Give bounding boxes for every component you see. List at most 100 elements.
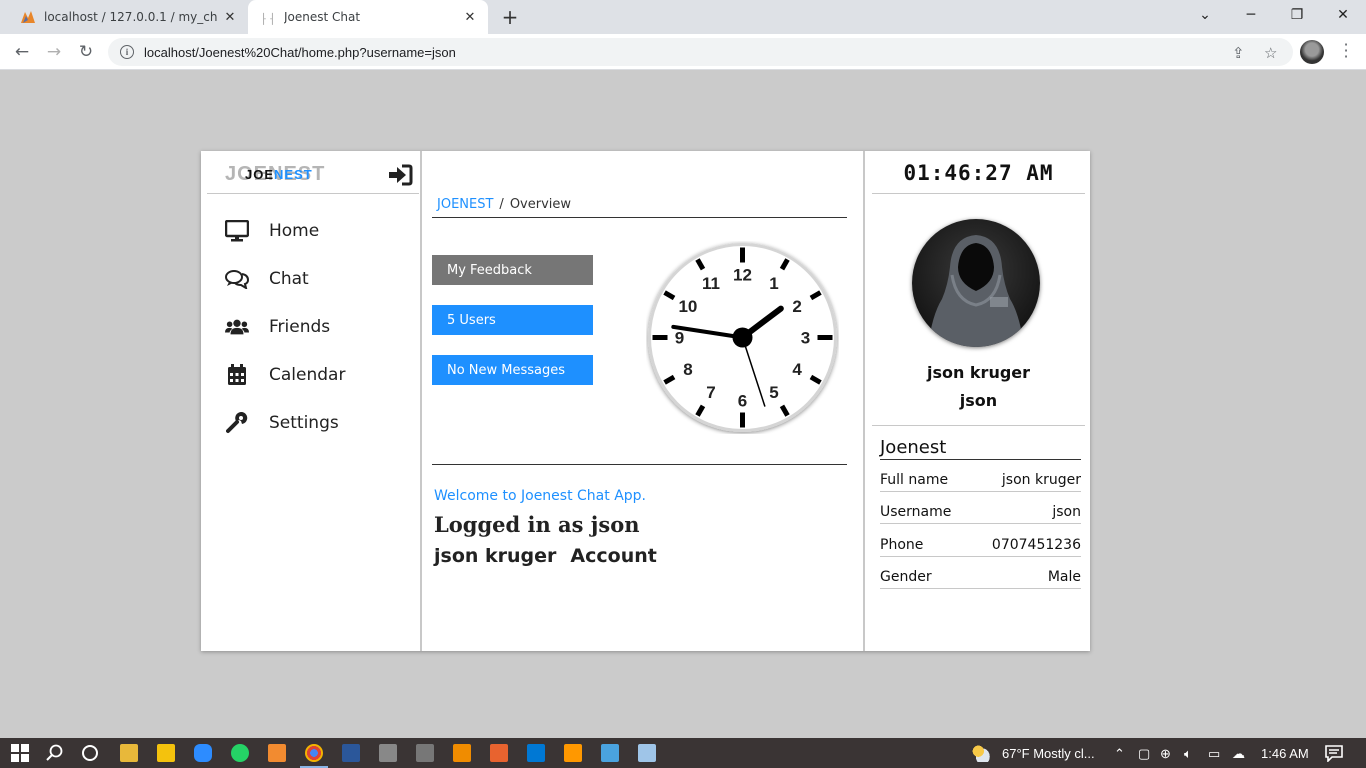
sidebar-item-home[interactable]: Home bbox=[225, 207, 415, 255]
sticky-notes-icon[interactable] bbox=[157, 744, 175, 762]
brand-logo[interactable]: JOENEST JOENEST bbox=[225, 163, 335, 187]
tab-joenest-chat[interactable]: ⸠⸡ Joenest Chat ✕ bbox=[248, 0, 488, 34]
app-icon[interactable] bbox=[379, 744, 397, 762]
weather-icon[interactable] bbox=[972, 744, 990, 762]
logged-in-heading: Logged in as json bbox=[434, 512, 640, 537]
close-tab-icon[interactable]: ✕ bbox=[218, 10, 242, 25]
monitor-icon bbox=[225, 219, 249, 243]
battery-icon[interactable]: ▭ bbox=[1208, 746, 1220, 762]
file-explorer-icon[interactable] bbox=[120, 744, 138, 762]
clock-numeral: 12 bbox=[733, 266, 752, 285]
clock-numeral: 9 bbox=[675, 329, 684, 348]
windows-start-icon[interactable] bbox=[11, 744, 29, 762]
info-row-phone: Phone 0707451236 bbox=[880, 533, 1081, 557]
close-tab-icon[interactable]: ✕ bbox=[458, 10, 482, 25]
sidebar-item-calendar[interactable]: Calendar bbox=[225, 351, 415, 399]
new-tab-button[interactable]: + bbox=[500, 6, 520, 28]
notepad-icon[interactable] bbox=[638, 744, 656, 762]
welcome-text: Welcome to Joenest Chat App. bbox=[434, 488, 646, 504]
windows-taskbar: 67°F Mostly cl... ⌃ ▢ ⊕ 🔈︎ ▭ ☁ 1:46 AM bbox=[0, 738, 1366, 768]
info-label: Full name bbox=[880, 471, 949, 488]
sidebar-item-chat[interactable]: Chat bbox=[225, 255, 415, 303]
sidebar-item-settings[interactable]: Settings bbox=[225, 399, 415, 447]
back-icon[interactable]: ← bbox=[10, 40, 34, 64]
chrome-icon[interactable] bbox=[305, 744, 323, 762]
info-label: Username bbox=[880, 503, 952, 520]
my-feedback-button[interactable]: My Feedback bbox=[432, 255, 593, 285]
profile-divider bbox=[872, 425, 1085, 426]
restore-button[interactable]: ❐ bbox=[1274, 0, 1320, 30]
tab-phpmyadmin[interactable]: localhost / 127.0.0.1 / my_chat / c ✕ bbox=[8, 0, 248, 34]
minimize-button[interactable]: ─ bbox=[1228, 0, 1274, 30]
info-value: json bbox=[1052, 503, 1081, 520]
language-icon[interactable]: ⊕ bbox=[1160, 746, 1171, 762]
xampp-icon[interactable] bbox=[268, 744, 286, 762]
clock-numeral: 6 bbox=[738, 392, 747, 411]
sublime-text-icon[interactable] bbox=[564, 744, 582, 762]
word-icon[interactable] bbox=[342, 744, 360, 762]
info-row-gender: Gender Male bbox=[880, 565, 1081, 589]
clock-numeral: 1 bbox=[769, 274, 778, 293]
users-count-button[interactable]: 5 Users bbox=[432, 305, 593, 335]
app-container: JOENEST JOENEST Home Chat Friends Calend… bbox=[201, 151, 1090, 651]
tray-app-icon[interactable]: ▢ bbox=[1138, 746, 1150, 762]
breadcrumb-separator: / bbox=[499, 197, 504, 212]
address-bar[interactable]: i localhost/Joenest%20Chat/home.php?user… bbox=[108, 38, 1293, 66]
vscode-icon[interactable] bbox=[527, 744, 545, 762]
clock-numeral: 5 bbox=[769, 383, 778, 402]
info-row-username: Username json bbox=[880, 500, 1081, 524]
clock-numeral: 11 bbox=[702, 274, 720, 293]
vlc-icon[interactable] bbox=[453, 744, 471, 762]
logout-icon[interactable] bbox=[387, 163, 413, 187]
info-value: 0707451236 bbox=[991, 536, 1081, 553]
sidebar-item-friends[interactable]: Friends bbox=[225, 303, 415, 351]
app-icon[interactable] bbox=[416, 744, 434, 762]
taskbar-time[interactable]: 1:46 AM bbox=[1261, 746, 1309, 761]
app-icon[interactable] bbox=[601, 744, 619, 762]
whatsapp-icon[interactable] bbox=[231, 744, 249, 762]
account-link[interactable]: Account bbox=[570, 545, 656, 567]
tab-title: Joenest Chat bbox=[284, 10, 361, 24]
clock-numeral: 7 bbox=[706, 383, 715, 402]
task-view-icon[interactable] bbox=[81, 744, 99, 762]
clock-numeral: 10 bbox=[678, 297, 697, 316]
tab-search-icon[interactable]: ⌄ bbox=[1182, 0, 1228, 30]
tray-chevron-icon[interactable]: ⌃ bbox=[1114, 746, 1125, 762]
sidebar: JOENEST JOENEST Home Chat Friends Calend… bbox=[201, 151, 422, 651]
brand-logo-text: JOENEST bbox=[245, 167, 313, 182]
sidebar-item-label: Home bbox=[269, 221, 320, 241]
browser-menu-icon[interactable]: · · · bbox=[1342, 37, 1350, 65]
volume-icon[interactable]: 🔈︎ bbox=[1184, 746, 1192, 762]
users-icon bbox=[225, 315, 249, 339]
share-icon[interactable]: ⇪ bbox=[1232, 44, 1245, 62]
forward-icon[interactable]: → bbox=[42, 40, 66, 64]
account-name: json kruger bbox=[434, 545, 557, 567]
breadcrumb-root-link[interactable]: JOENEST bbox=[437, 197, 493, 212]
info-label: Phone bbox=[880, 536, 924, 553]
reload-icon[interactable]: ↻ bbox=[74, 40, 98, 64]
messages-button[interactable]: No New Messages bbox=[432, 355, 593, 385]
close-window-button[interactable]: ✕ bbox=[1320, 0, 1366, 30]
weather-text[interactable]: 67°F Mostly cl... bbox=[1002, 746, 1095, 761]
zoom-icon[interactable] bbox=[194, 744, 212, 762]
avatar[interactable] bbox=[912, 219, 1040, 347]
sidebar-item-label: Calendar bbox=[269, 365, 346, 385]
clock-numeral: 8 bbox=[683, 360, 692, 379]
app-icon[interactable] bbox=[490, 744, 508, 762]
sidebar-item-label: Settings bbox=[269, 413, 339, 433]
breadcrumb: JOENEST / Overview bbox=[437, 197, 571, 212]
profile-avatar-icon[interactable] bbox=[1300, 40, 1324, 64]
sidebar-item-label: Friends bbox=[269, 317, 331, 337]
clock-divider bbox=[872, 193, 1085, 194]
onedrive-icon[interactable]: ☁ bbox=[1232, 746, 1245, 762]
site-info-icon[interactable]: i bbox=[120, 45, 134, 59]
clock-numeral: 2 bbox=[792, 297, 801, 316]
calendar-icon bbox=[225, 363, 249, 387]
wrench-icon bbox=[225, 411, 249, 435]
notifications-icon[interactable] bbox=[1325, 744, 1343, 763]
url-text: localhost/Joenest%20Chat/home.php?userna… bbox=[144, 44, 456, 60]
account-line: json kruger Account bbox=[434, 545, 657, 567]
search-icon[interactable] bbox=[46, 744, 64, 762]
bookmark-star-icon[interactable]: ☆ bbox=[1264, 44, 1277, 62]
phpmyadmin-icon bbox=[20, 9, 36, 25]
